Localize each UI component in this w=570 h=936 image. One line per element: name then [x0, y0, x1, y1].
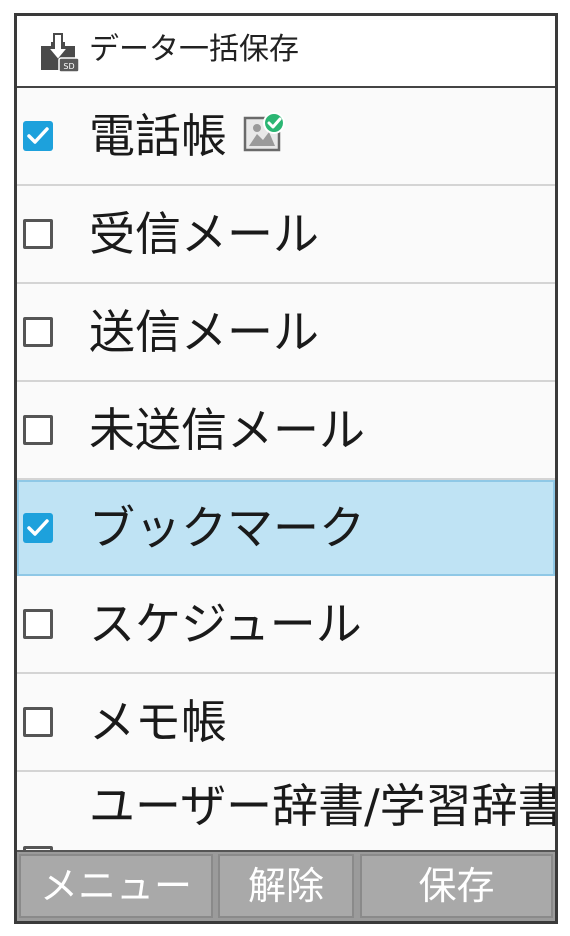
image-check-icon — [243, 112, 287, 154]
list-item-label: メモ帳 — [89, 695, 227, 749]
list-item-label: 電話帳 — [89, 109, 227, 163]
svg-text:SD: SD — [63, 62, 74, 71]
list-item-unsent-mail[interactable]: 未送信メール — [17, 382, 555, 480]
sd-download-icon: SD — [37, 32, 81, 74]
list-item-label: 未送信メール — [89, 403, 365, 457]
list-item-sent-mail[interactable]: 送信メール — [17, 284, 555, 382]
list-item-label: 受信メール — [89, 207, 319, 261]
checkbox-unchecked[interactable] — [23, 609, 53, 639]
checkbox-unchecked[interactable] — [23, 219, 53, 249]
list-item-label: 送信メール — [89, 305, 319, 359]
list-item-bookmark[interactable]: ブックマーク — [17, 480, 555, 576]
data-type-list: 電話帳 受信メール 送信メール 未送信メール ブックマーク スケジュール メモ帳… — [17, 88, 558, 876]
list-item-label: ブックマーク — [89, 501, 365, 555]
list-item-received-mail[interactable]: 受信メール — [17, 186, 555, 284]
checkbox-unchecked[interactable] — [23, 707, 53, 737]
checkbox-unchecked[interactable] — [23, 317, 53, 347]
checkbox-unchecked[interactable] — [23, 415, 53, 445]
save-softkey[interactable]: 保存 — [360, 854, 553, 918]
list-item-label: スケジュール — [89, 597, 362, 651]
release-softkey[interactable]: 解除 — [218, 854, 354, 918]
list-item-label: ユーザー辞書/学習辞書 — [89, 779, 558, 833]
checkbox-checked[interactable] — [23, 121, 53, 151]
list-item-memo[interactable]: メモ帳 — [17, 674, 555, 772]
menu-softkey[interactable]: メニュー — [19, 854, 213, 918]
softkey-bar: メニュー 解除 保存 — [17, 850, 555, 921]
header-bar: SD データ一括保存 — [17, 16, 555, 88]
checkbox-checked[interactable] — [23, 513, 53, 543]
list-item-phonebook[interactable]: 電話帳 — [17, 88, 555, 186]
page-title: データ一括保存 — [89, 32, 299, 67]
screen-frame: SD データ一括保存 電話帳 受信メール 送信メール 未送信メール ブックマーク… — [14, 13, 558, 924]
list-item-schedule[interactable]: スケジュール — [17, 576, 555, 674]
